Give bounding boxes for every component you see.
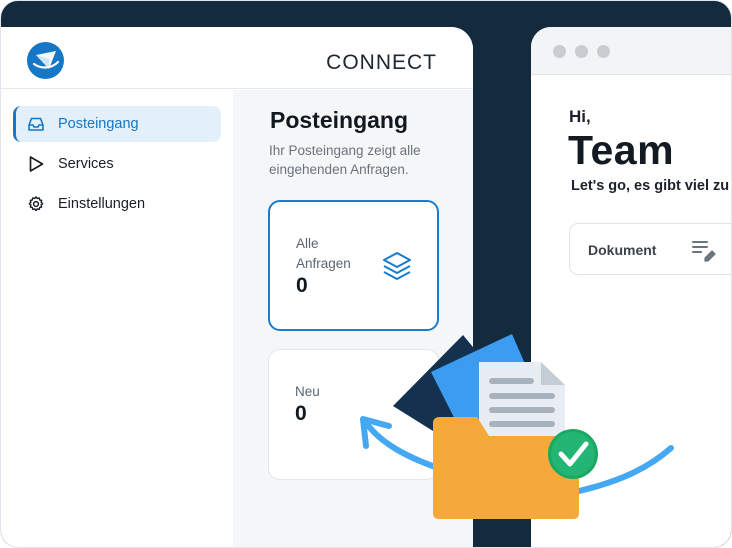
brand-name: CONNECT	[326, 51, 437, 74]
sidebar-item-label: Services	[58, 156, 114, 172]
sidebar-item-posteingang[interactable]: Posteingang	[13, 106, 221, 142]
play-triangle-icon	[27, 155, 45, 173]
subtitle: Let's go, es gibt viel zu tun.	[571, 178, 731, 194]
card-count: 0	[295, 402, 307, 425]
team-heading: Team	[568, 127, 675, 173]
document-field[interactable]: Dokument	[569, 223, 731, 275]
sidebar-item-label: Einstellungen	[58, 196, 146, 212]
page-title: Posteingang	[270, 107, 409, 133]
gear-icon	[27, 195, 45, 213]
paper-plane-logo-icon[interactable]	[27, 42, 64, 79]
browser-toolbar	[531, 27, 731, 75]
edit-list-icon[interactable]	[691, 237, 719, 263]
card-count: 0	[296, 274, 308, 297]
card-label: Neu	[295, 384, 320, 399]
browser-window: Hi, Team Let's go, es gibt viel zu tun. …	[531, 27, 731, 547]
page-description: Ihr Posteingang zeigt alle eingehenden A…	[269, 143, 421, 177]
greeting: Hi,	[569, 107, 591, 126]
inbox-panel: Posteingang Ihr Posteingang zeigt alle e…	[233, 90, 473, 547]
app-header: CONNECT	[1, 27, 473, 89]
sidebar-item-services[interactable]: Services	[13, 146, 221, 182]
sidebar-item-einstellungen[interactable]: Einstellungen	[13, 186, 221, 222]
window-control-dot[interactable]	[553, 45, 566, 58]
document-label: Dokument	[588, 242, 657, 258]
card-alle-anfragen[interactable]: Alle Anfragen 0	[268, 200, 439, 331]
app-window: CONNECT Posteingang Services Einstellung…	[1, 27, 473, 547]
sidebar: Posteingang Services Einstellungen	[1, 90, 233, 547]
sidebar-item-label: Posteingang	[58, 116, 139, 132]
app-frame: CONNECT Posteingang Services Einstellung…	[0, 0, 732, 548]
inbox-icon	[27, 115, 45, 133]
window-control-dot[interactable]	[575, 45, 588, 58]
window-control-dot[interactable]	[597, 45, 610, 58]
card-neu[interactable]: Neu 0	[268, 349, 439, 480]
card-label: Alle Anfragen	[296, 236, 351, 271]
layers-icon	[381, 250, 413, 282]
